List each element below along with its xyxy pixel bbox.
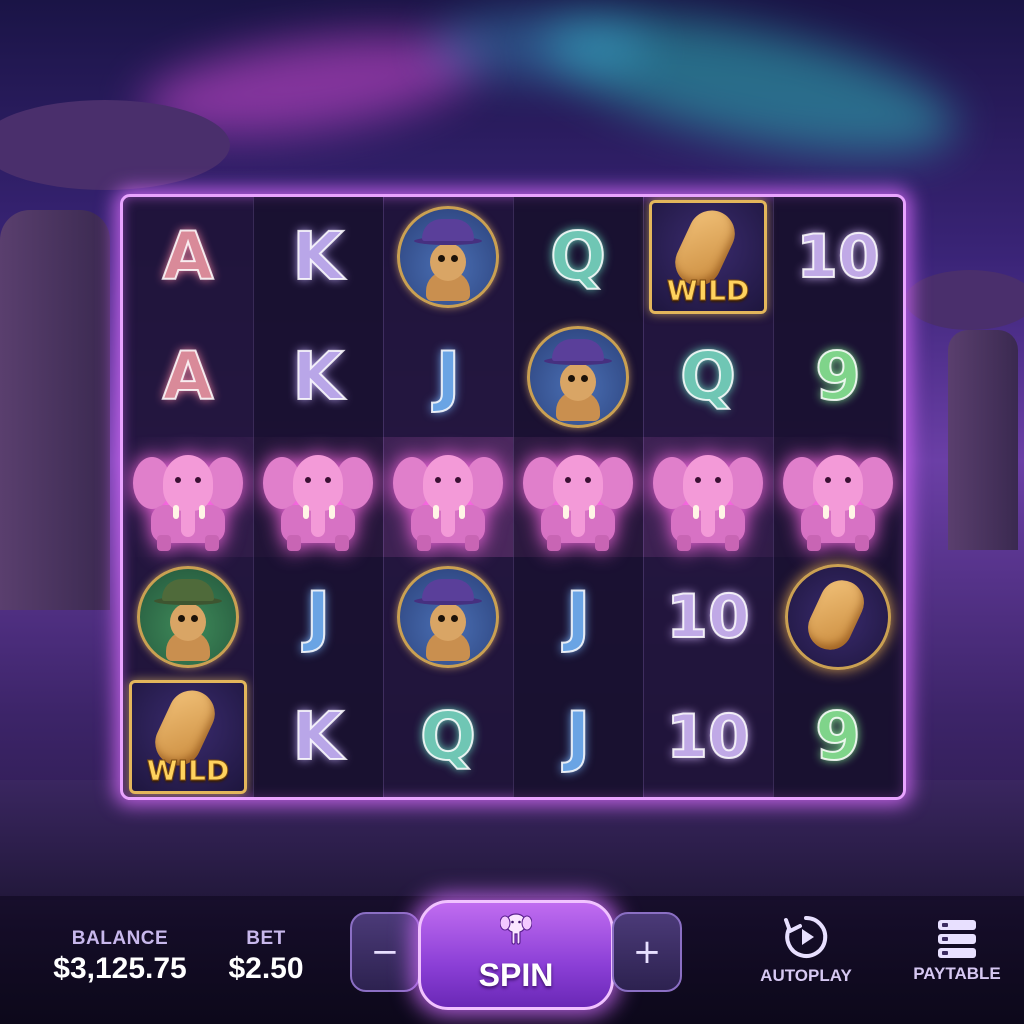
balance-value: $3,125.75 xyxy=(53,952,187,985)
reel-cell: WILD xyxy=(123,677,253,797)
card-symbol-a: A xyxy=(161,218,214,295)
wild-symbol: WILD xyxy=(129,680,247,794)
reel-cell: J xyxy=(253,557,383,677)
reel-cell: 10 xyxy=(643,677,773,797)
reel-cell: 9 xyxy=(773,317,903,437)
elephant-icon xyxy=(500,913,532,945)
reel-5: WILD Q 10 10 xyxy=(643,197,773,797)
card-symbol-k: K xyxy=(291,218,344,295)
reel-divider xyxy=(253,197,254,797)
autoplay-button[interactable]: AUTOPLAY xyxy=(760,912,852,986)
pink-elephant-symbol xyxy=(129,441,247,553)
reel-cell xyxy=(123,437,253,557)
reel-3: JQ xyxy=(383,197,513,797)
card-symbol-j: J xyxy=(305,578,332,655)
card-symbol-10: 10 xyxy=(665,582,750,652)
peanut-icon xyxy=(800,573,872,657)
baobab-tree-trunk xyxy=(948,330,1018,550)
baobab-tree-canopy xyxy=(905,270,1024,330)
card-symbol-k: K xyxy=(291,338,344,415)
aurora-glow xyxy=(430,10,650,80)
meerkat-symbol xyxy=(527,326,629,428)
reel-cell xyxy=(123,557,253,677)
reel-cell: 10 xyxy=(773,197,903,317)
card-symbol-q: Q xyxy=(549,218,607,295)
reel-cell: J xyxy=(513,557,643,677)
reel-cell: J xyxy=(513,677,643,797)
reels-frame: A A WILD K K J K J Q Q J J WILD Q 10 10 10 9 9 xyxy=(120,194,906,800)
reel-cell: Q xyxy=(513,197,643,317)
wild-symbol: WILD xyxy=(649,200,767,314)
reel-cell: A xyxy=(123,197,253,317)
card-symbol-10: 10 xyxy=(795,222,880,292)
reel-divider xyxy=(383,197,384,797)
balance-display: BALANCE $3,125.75 xyxy=(50,928,190,986)
card-symbol-q: Q xyxy=(679,338,737,415)
paytable-button[interactable]: PAYTABLE xyxy=(912,918,1002,984)
reel-cell xyxy=(643,437,773,557)
card-symbol-j: J xyxy=(435,338,462,415)
reel-divider xyxy=(643,197,644,797)
reel-cell xyxy=(773,557,903,677)
pink-elephant-symbol xyxy=(389,441,507,553)
autoplay-label: AUTOPLAY xyxy=(760,966,852,985)
reel-cell xyxy=(513,317,643,437)
reel-cell: Q xyxy=(383,677,513,797)
reel-cell xyxy=(513,437,643,557)
reel-cell: 10 xyxy=(643,557,773,677)
reel-cell: J xyxy=(383,317,513,437)
pink-elephant-symbol xyxy=(649,441,767,553)
reel-cell: WILD xyxy=(643,197,773,317)
reel-cell: A xyxy=(123,317,253,437)
pink-elephant-symbol xyxy=(519,441,637,553)
card-symbol-j: J xyxy=(565,578,592,655)
reel-cell: K xyxy=(253,317,383,437)
paytable-icon xyxy=(938,920,976,958)
card-symbol-9: 9 xyxy=(814,698,862,775)
reel-cell: 9 xyxy=(773,677,903,797)
reel-cell xyxy=(773,437,903,557)
spin-button[interactable]: SPIN xyxy=(418,900,614,1010)
wild-label: WILD xyxy=(666,274,750,308)
reel-cell: K xyxy=(253,197,383,317)
reel-cell: K xyxy=(253,677,383,797)
reel-divider xyxy=(773,197,774,797)
reel-2: KKJK xyxy=(253,197,383,797)
card-symbol-k: K xyxy=(291,698,344,775)
bet-value: $2.50 xyxy=(228,952,304,985)
bet-label: BET xyxy=(246,928,286,949)
reel-6: 10 9 9 xyxy=(773,197,903,797)
card-symbol-q: Q xyxy=(419,698,477,775)
reel-cell xyxy=(253,437,383,557)
card-symbol-9: 9 xyxy=(814,338,862,415)
pink-elephant-symbol xyxy=(259,441,377,553)
spin-label: SPIN xyxy=(478,957,554,993)
reel-cell xyxy=(383,197,513,317)
reel-divider xyxy=(513,197,514,797)
paytable-label: PAYTABLE xyxy=(913,964,1001,983)
meerkat-symbol xyxy=(397,566,499,668)
card-symbol-a: A xyxy=(161,338,214,415)
meerkat-symbol xyxy=(397,206,499,308)
increase-bet-button[interactable]: + xyxy=(612,912,682,992)
decrease-bet-button[interactable]: − xyxy=(350,912,420,992)
peanut-symbol xyxy=(785,564,891,670)
bet-display: BET $2.50 xyxy=(222,928,310,986)
wild-label: WILD xyxy=(146,754,230,788)
reel-cell: Q xyxy=(643,317,773,437)
reel-4: Q JJ xyxy=(513,197,643,797)
autoplay-icon xyxy=(784,915,828,958)
balance-label: BALANCE xyxy=(71,928,169,949)
reel-1: A A WILD xyxy=(123,197,253,797)
pink-elephant-symbol xyxy=(779,441,897,553)
card-symbol-j: J xyxy=(565,698,592,775)
reel-cell xyxy=(383,557,513,677)
meerkat-symbol xyxy=(137,566,239,668)
baobab-tree-canopy xyxy=(0,100,230,190)
reel-cell xyxy=(383,437,513,557)
card-symbol-10: 10 xyxy=(665,702,750,772)
baobab-tree-trunk xyxy=(0,210,110,610)
